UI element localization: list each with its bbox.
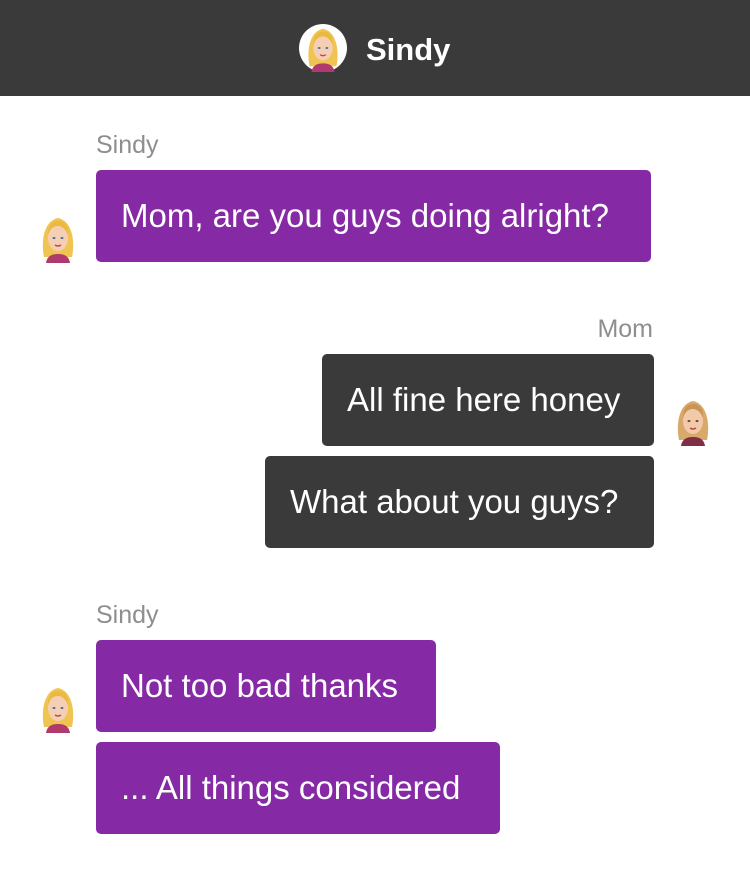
message-bubble[interactable]: Mom, are you guys doing alright?	[96, 170, 651, 262]
sindy-avatar-icon[interactable]	[299, 24, 347, 72]
sindy-avatar-icon	[38, 213, 78, 263]
message-bubble[interactable]: ... All things considered	[96, 742, 500, 834]
message-bubble[interactable]: Not too bad thanks	[96, 640, 436, 732]
chat-header: Sindy	[0, 0, 750, 96]
sender-label-sindy: Sindy	[96, 131, 159, 159]
chat-title: Sindy	[366, 32, 451, 67]
sender-label-mom: Mom	[597, 315, 653, 343]
message-bubble[interactable]: What about you guys?	[265, 456, 654, 548]
message-bubble[interactable]: All fine here honey	[322, 354, 654, 446]
sindy-avatar-icon	[38, 683, 78, 733]
mom-avatar-icon	[673, 396, 713, 446]
sender-label-sindy: Sindy	[96, 601, 159, 629]
